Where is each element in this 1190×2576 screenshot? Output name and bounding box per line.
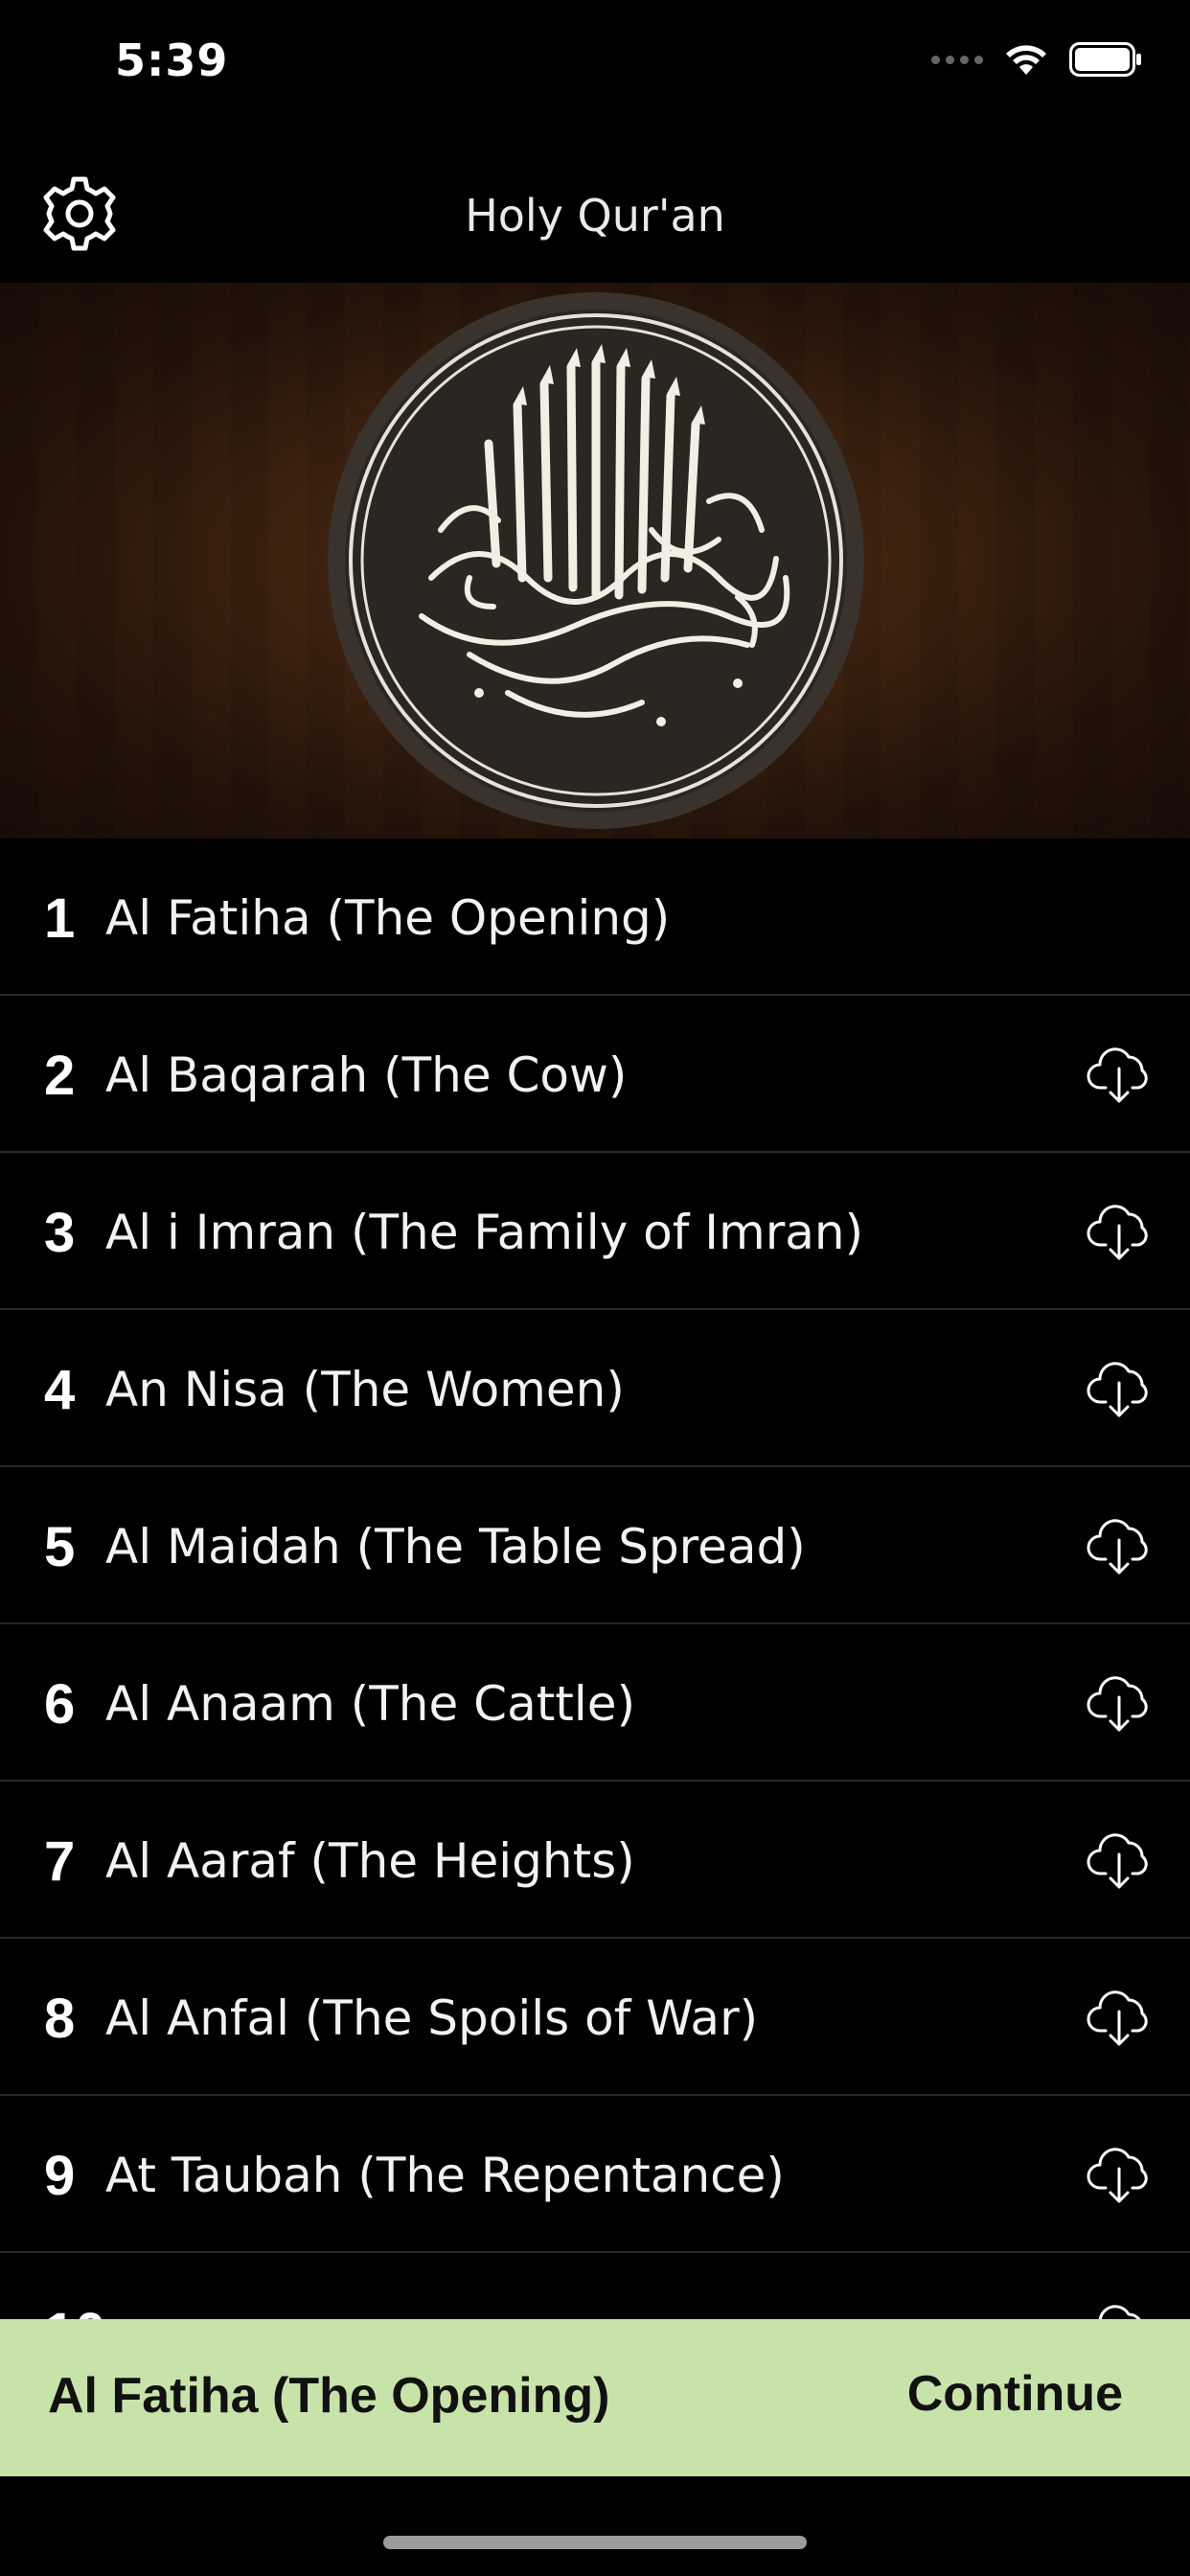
surah-number: 7 <box>44 1830 76 1893</box>
surah-row-2[interactable]: 2 Al Baqarah (The Cow) <box>0 996 1190 1153</box>
surah-row-6[interactable]: 6 Al Anaam (The Cattle) <box>0 1624 1190 1782</box>
cloud-download-icon[interactable] <box>1085 1197 1154 1266</box>
header-banner <box>0 283 1190 839</box>
cloud-download-icon[interactable] <box>1085 1983 1154 2052</box>
surah-number: 8 <box>44 1988 76 2050</box>
surah-name: Al Anaam (The Cattle) <box>105 1676 636 1732</box>
surah-number: 5 <box>44 1516 76 1578</box>
surah-list: 1 Al Fatiha (The Opening) 2 Al Baqarah (… <box>0 839 1190 2410</box>
battery-icon <box>1069 42 1141 77</box>
cloud-download-icon[interactable] <box>1085 1668 1154 1737</box>
cloud-download-icon[interactable] <box>1085 1511 1154 1580</box>
surah-number: 4 <box>44 1359 76 1421</box>
surah-number: 2 <box>44 1045 76 1107</box>
cloud-download-icon[interactable] <box>1085 1826 1154 1895</box>
surah-number: 3 <box>44 1202 76 1264</box>
surah-row-5[interactable]: 5 Al Maidah (The Table Spread) <box>0 1467 1190 1624</box>
surah-number: 6 <box>44 1673 76 1736</box>
surah-number: 9 <box>44 2145 76 2207</box>
surah-row-7[interactable]: 7 Al Aaraf (The Heights) <box>0 1782 1190 1939</box>
surah-name: Al Anfal (The Spoils of War) <box>105 1990 759 2046</box>
surah-name: Al i Imran (The Family of Imran) <box>105 1205 864 1260</box>
surah-name: Al Aaraf (The Heights) <box>105 1833 635 1889</box>
cloud-download-icon[interactable] <box>1085 2140 1154 2209</box>
surah-name: Al Baqarah (The Cow) <box>105 1047 628 1103</box>
cloud-download-icon[interactable] <box>1085 1354 1154 1423</box>
continue-reading-bar[interactable]: Al Fatiha (The Opening) Continue <box>0 2319 1190 2476</box>
cloud-download-icon[interactable] <box>1085 1040 1154 1109</box>
surah-row-3[interactable]: 3 Al i Imran (The Family of Imran) <box>0 1153 1190 1310</box>
status-bar: 5:39 <box>0 0 1190 134</box>
cellular-signal-icon <box>931 55 983 64</box>
status-icons <box>931 42 1142 77</box>
surah-name: At Taubah (The Repentance) <box>105 2148 785 2203</box>
surah-number: 1 <box>44 887 76 950</box>
surah-row-4[interactable]: 4 An Nisa (The Women) <box>0 1310 1190 1467</box>
surah-name: An Nisa (The Women) <box>105 1362 625 1417</box>
surah-row-9[interactable]: 9 At Taubah (The Repentance) <box>0 2096 1190 2253</box>
surah-name: Al Fatiha (The Opening) <box>105 890 671 946</box>
bismillah-calligraphy-emblem <box>328 292 864 829</box>
continue-button[interactable]: Continue <box>907 2365 1123 2423</box>
surah-row-8[interactable]: 8 Al Anfal (The Spoils of War) <box>0 1939 1190 2096</box>
surah-name: Al Maidah (The Table Spread) <box>105 1519 806 1575</box>
navigation-bar: Holy Qur'an <box>0 134 1190 283</box>
page-title: Holy Qur'an <box>465 190 725 242</box>
surah-row-1[interactable]: 1 Al Fatiha (The Opening) <box>0 839 1190 996</box>
status-time: 5:39 <box>115 34 229 86</box>
wifi-icon <box>1006 45 1046 75</box>
home-indicator[interactable] <box>383 2536 807 2549</box>
current-surah-label: Al Fatiha (The Opening) <box>48 2368 610 2424</box>
